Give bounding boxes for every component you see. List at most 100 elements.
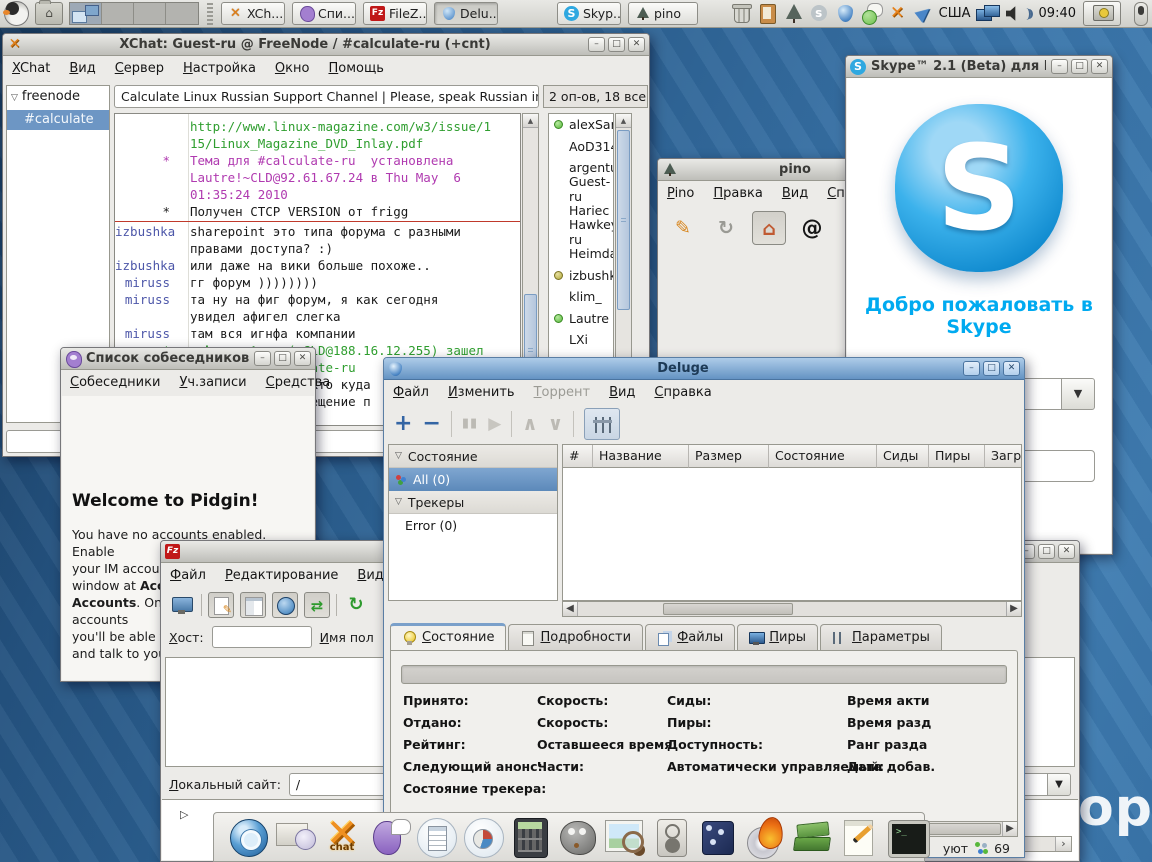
- maximize-button[interactable]: □: [1071, 59, 1088, 74]
- user-list-item[interactable]: Hawkeye-ru: [549, 222, 613, 244]
- menu-Вид[interactable]: Вид: [69, 61, 95, 76]
- site-manager-button[interactable]: [169, 592, 195, 618]
- dock-calculator-icon[interactable]: [508, 815, 552, 859]
- home-button[interactable]: [752, 211, 786, 245]
- menu-Вид[interactable]: Вид: [609, 385, 635, 400]
- menu-Вид[interactable]: Вид: [782, 186, 808, 201]
- tab-Пиры[interactable]: Пиры: [737, 624, 818, 651]
- skype-tray-icon[interactable]: [809, 3, 830, 24]
- maximize-button[interactable]: □: [608, 37, 625, 52]
- menu-Собеседники[interactable]: Собеседники: [70, 375, 160, 390]
- column-header-Сиды[interactable]: Сиды: [877, 445, 929, 468]
- dock-evolution-icon[interactable]: [273, 815, 317, 859]
- menu-Справка[interactable]: Справка: [654, 385, 711, 400]
- menu-XChat[interactable]: XChat: [12, 61, 50, 76]
- xchat-titlebar[interactable]: XChat: Guest-ru @ FreeNode / #calculate-…: [3, 34, 649, 56]
- minimize-button[interactable]: –: [254, 351, 271, 366]
- skype-titlebar[interactable]: S Skype™ 2.1 (Beta) для Linu –□✕: [846, 56, 1112, 78]
- volume-icon[interactable]: [1006, 4, 1032, 24]
- dock-notes-icon[interactable]: [837, 815, 881, 859]
- close-button[interactable]: ✕: [1003, 361, 1020, 376]
- menu-Правка[interactable]: Правка: [713, 186, 762, 201]
- dock-burner-icon[interactable]: [743, 815, 787, 859]
- menu-Помощь[interactable]: Помощь: [328, 61, 383, 76]
- refresh-button[interactable]: [709, 211, 743, 245]
- host-input[interactable]: [212, 626, 312, 648]
- clock[interactable]: 09:40: [1039, 6, 1076, 21]
- menu-Уч.записи[interactable]: Уч.записи: [179, 375, 246, 390]
- dock-gimp-icon[interactable]: [555, 815, 599, 859]
- column-header-Пиры[interactable]: Пиры: [929, 445, 985, 468]
- clipboard-tray-icon[interactable]: [757, 3, 778, 24]
- close-button[interactable]: ✕: [628, 37, 645, 52]
- menu-Окно[interactable]: Окно: [275, 61, 310, 76]
- scroll-right-icon[interactable]: ▶: [1006, 602, 1021, 616]
- power-switch-icon[interactable]: [1134, 2, 1148, 26]
- maximize-button[interactable]: □: [983, 361, 1000, 376]
- user-list-item[interactable]: Lautre: [549, 308, 613, 330]
- scrollbar-thumb[interactable]: [617, 130, 630, 310]
- toggle-tree-button[interactable]: [240, 592, 266, 618]
- workspace-pager[interactable]: [69, 2, 199, 25]
- menu-Файл[interactable]: Файл: [170, 568, 206, 583]
- close-button[interactable]: ✕: [294, 351, 311, 366]
- calculate-menu-icon[interactable]: [4, 1, 29, 26]
- keyboard-layout-indicator[interactable]: США: [939, 6, 971, 21]
- xchat-channel-item[interactable]: #calculate: [7, 110, 109, 130]
- scroll-right-icon[interactable]: ▶: [1002, 822, 1017, 836]
- tab-Подробности[interactable]: Подробности: [508, 624, 643, 651]
- taskbar-task-pidgin[interactable]: Спи...: [292, 2, 356, 25]
- menu-Файл[interactable]: Файл: [393, 385, 429, 400]
- queue-up-button[interactable]: ∧: [522, 409, 537, 439]
- toggle-log-button[interactable]: [208, 592, 234, 618]
- taskbar-task-skype[interactable]: Skyp...: [557, 2, 621, 25]
- menu-Вид[interactable]: Вид: [357, 568, 383, 583]
- user-list-item[interactable]: alexSam: [549, 114, 613, 136]
- remove-torrent-button[interactable]: −: [422, 409, 440, 439]
- user-list-item[interactable]: LXi: [549, 329, 613, 351]
- deluge-table-scrollbar[interactable]: ◀ ▶: [562, 601, 1022, 617]
- dock-books-icon[interactable]: [790, 815, 834, 859]
- dock-audio-icon[interactable]: [649, 815, 693, 859]
- chevron-down-icon[interactable]: ▼: [1047, 773, 1071, 796]
- menu-Настройка[interactable]: Настройка: [183, 61, 256, 76]
- workspace-1[interactable]: [70, 3, 102, 24]
- dock-pidgin-icon[interactable]: [367, 815, 411, 859]
- screenshot-button[interactable]: [1083, 1, 1121, 26]
- scroll-left-icon[interactable]: ◀: [563, 602, 578, 616]
- dock-video-icon[interactable]: [696, 815, 740, 859]
- workspace-2[interactable]: [102, 3, 134, 24]
- pino-tray-icon[interactable]: [783, 3, 804, 24]
- pause-button[interactable]: ▮▮: [462, 409, 478, 439]
- filter-Error (0)[interactable]: Error (0): [389, 514, 557, 537]
- user-list-item[interactable]: AoD314: [549, 136, 613, 158]
- user-list-item[interactable]: izbushka: [549, 265, 613, 287]
- workspace-3[interactable]: [134, 3, 166, 24]
- menu-Средства[interactable]: Средства: [266, 375, 331, 390]
- taskbar-task-deluge[interactable]: Delu...: [434, 2, 498, 25]
- queue-down-button[interactable]: ∨: [548, 409, 563, 439]
- column-header-Загрузка[interactable]: Загрузка: [985, 445, 1022, 468]
- dock-terminal-icon[interactable]: [884, 815, 928, 859]
- column-header-Размер[interactable]: Размер: [689, 445, 769, 468]
- add-torrent-button[interactable]: +: [394, 409, 412, 439]
- menu-Изменить[interactable]: Изменить: [448, 385, 515, 400]
- minimize-button[interactable]: –: [963, 361, 980, 376]
- taskbar-task-xchat[interactable]: XCh...: [221, 2, 285, 25]
- close-button[interactable]: ✕: [1058, 544, 1075, 559]
- expander-icon[interactable]: ▷: [180, 808, 188, 821]
- workspace-4[interactable]: [166, 3, 198, 24]
- compose-button[interactable]: [666, 211, 700, 245]
- menu-Pino[interactable]: Pino: [667, 186, 694, 201]
- filter-All (0)[interactable]: All (0): [389, 468, 557, 491]
- minimize-button[interactable]: –: [1051, 59, 1068, 74]
- pointer-tray-icon[interactable]: [913, 3, 934, 24]
- dock-viewer-icon[interactable]: [602, 815, 646, 859]
- tab-Параметры[interactable]: Параметры: [820, 624, 942, 651]
- user-list-item[interactable]: Heimdall1: [549, 243, 613, 265]
- chevron-down-icon[interactable]: ▼: [1061, 378, 1095, 410]
- xchat-tray-icon[interactable]: [887, 3, 908, 24]
- trash-tray-icon[interactable]: [731, 3, 752, 24]
- taskbar-task-pino[interactable]: pino: [628, 2, 698, 25]
- close-button[interactable]: ✕: [1091, 59, 1108, 74]
